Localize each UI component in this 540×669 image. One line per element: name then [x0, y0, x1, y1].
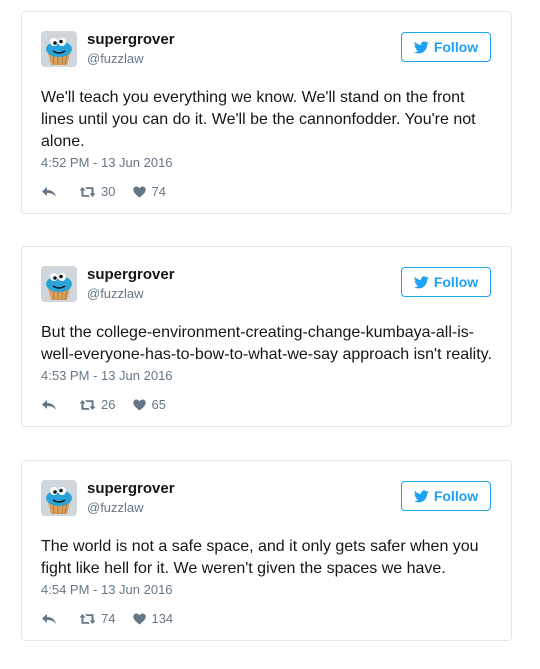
tweet-timestamp[interactable]: 4:53 PM - 13 Jun 2016 — [41, 368, 173, 384]
avatar[interactable] — [41, 480, 77, 516]
like-button[interactable]: 134 — [133, 611, 173, 627]
reply-icon — [42, 614, 56, 624]
retweet-count: 26 — [101, 397, 116, 412]
retweet-count: 74 — [101, 611, 116, 626]
user-handle[interactable]: @fuzzlaw — [87, 500, 144, 516]
tweet-timestamp[interactable]: 4:52 PM - 13 Jun 2016 — [41, 155, 173, 171]
tweet-card-1: supergrover @fuzzlaw Follow We'll teach … — [21, 11, 512, 214]
tweet-card-3: supergrover @fuzzlaw Follow The world is… — [21, 460, 512, 641]
heart-icon — [133, 399, 147, 411]
tweet-card-2: supergrover @fuzzlaw Follow But the coll… — [21, 246, 512, 427]
retweet-icon — [79, 400, 96, 410]
twitter-bird-icon — [413, 40, 429, 53]
reply-button[interactable] — [41, 613, 57, 625]
cookie-monster-cupcake-icon — [41, 266, 77, 302]
follow-label: Follow — [433, 39, 479, 55]
cookie-monster-cupcake-icon — [41, 31, 77, 67]
reply-button[interactable] — [41, 399, 57, 411]
like-button[interactable]: 74 — [133, 184, 166, 200]
follow-label: Follow — [433, 488, 479, 504]
tweet-text: The world is not a safe space, and it on… — [41, 538, 479, 577]
like-count: 74 — [151, 184, 166, 199]
follow-label: Follow — [433, 274, 479, 290]
display-name[interactable]: supergrover — [87, 266, 175, 284]
like-count: 65 — [151, 397, 166, 412]
tweet-timestamp[interactable]: 4:54 PM - 13 Jun 2016 — [41, 582, 173, 598]
tweet-actions: 26 65 — [41, 397, 166, 413]
twitter-bird-icon — [413, 275, 429, 288]
reply-button[interactable] — [41, 186, 57, 198]
retweet-count: 30 — [101, 184, 116, 199]
heart-icon — [133, 186, 147, 198]
heart-icon — [133, 613, 147, 625]
retweet-button[interactable]: 74 — [79, 611, 115, 627]
like-button[interactable]: 65 — [133, 397, 166, 413]
retweet-button[interactable]: 26 — [79, 397, 115, 413]
tweet-text: We'll teach you everything we know. We'l… — [41, 89, 476, 150]
retweet-icon — [79, 187, 96, 197]
reply-icon — [42, 400, 56, 410]
avatar[interactable] — [41, 31, 77, 67]
user-handle[interactable]: @fuzzlaw — [87, 51, 144, 67]
retweet-icon — [79, 614, 96, 624]
reply-icon — [42, 187, 56, 197]
follow-button[interactable]: Follow — [401, 267, 491, 297]
twitter-bird-icon — [413, 489, 429, 502]
follow-button[interactable]: Follow — [401, 481, 491, 511]
display-name[interactable]: supergrover — [87, 31, 175, 49]
display-name[interactable]: supergrover — [87, 480, 175, 498]
avatar[interactable] — [41, 266, 77, 302]
cookie-monster-cupcake-icon — [41, 480, 77, 516]
tweet-actions: 30 74 — [41, 184, 166, 200]
tweet-actions: 74 134 — [41, 611, 173, 627]
retweet-button[interactable]: 30 — [79, 184, 115, 200]
follow-button[interactable]: Follow — [401, 32, 491, 62]
tweet-text: But the college-environment-creating-cha… — [41, 324, 492, 363]
user-handle[interactable]: @fuzzlaw — [87, 286, 144, 302]
like-count: 134 — [151, 611, 174, 626]
